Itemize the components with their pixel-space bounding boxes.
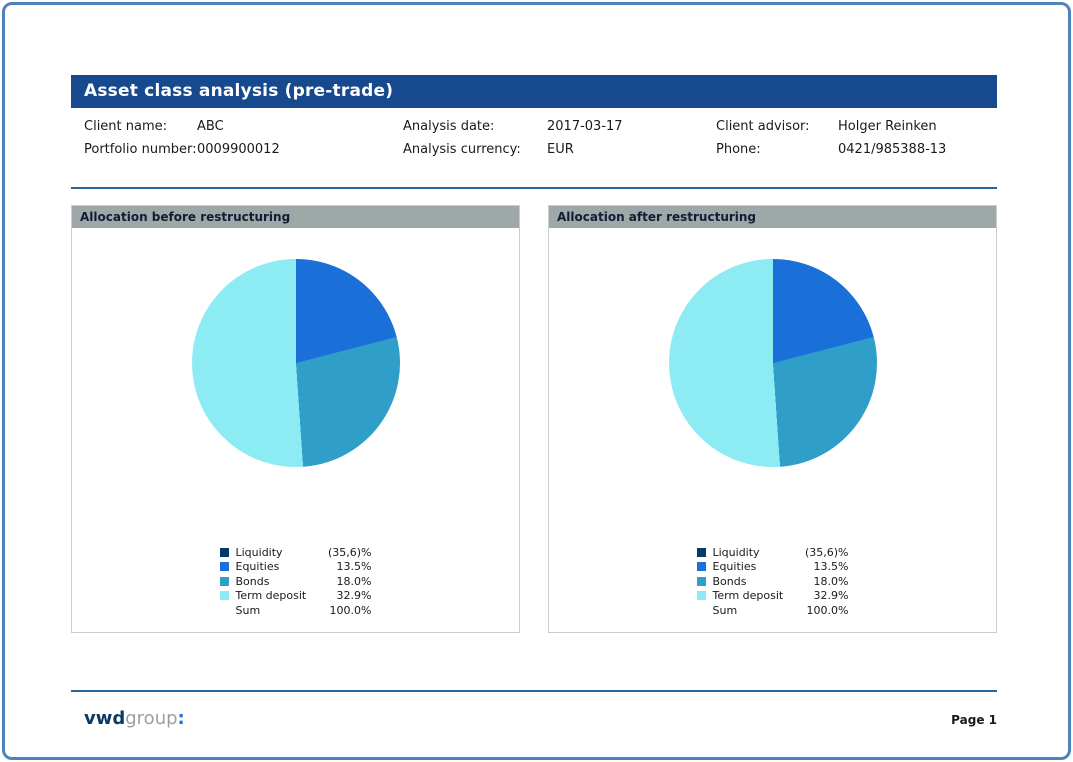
info-label: Client advisor: [716, 119, 838, 134]
info-client-advisor: Client advisor:Holger Reinken [716, 119, 937, 134]
footer-separator-line [71, 690, 997, 692]
legend-row-bonds: Bonds 18.0% [697, 574, 849, 589]
info-portfolio-number: Portfolio number:0009900012 [84, 142, 280, 157]
legend-label: Liquidity [713, 546, 795, 559]
legend-value: 18.0% [318, 575, 372, 588]
legend-after: Liquidity (35,6)% Equities 13.5% Bonds 1… [697, 545, 849, 618]
client-info-section: Client name:ABC Analysis date:2017-03-17… [71, 113, 997, 171]
info-label: Client name: [84, 119, 197, 134]
page-title: Asset class analysis (pre-trade) [84, 81, 393, 101]
info-analysis-date: Analysis date:2017-03-17 [403, 119, 623, 134]
info-value: 2017-03-17 [547, 119, 623, 134]
info-value: 0009900012 [197, 142, 280, 157]
legend-row-bonds: Bonds 18.0% [220, 574, 372, 589]
panel-title-after: Allocation after restructuring [549, 206, 996, 228]
legend-row-equities: Equities 13.5% [220, 560, 372, 575]
legend-swatch-term-deposit [697, 591, 706, 600]
info-label: Analysis currency: [403, 142, 547, 157]
info-label: Portfolio number: [84, 142, 197, 157]
legend-label: Sum [713, 604, 795, 617]
legend-label: Liquidity [236, 546, 318, 559]
pie-chart-before [192, 259, 400, 467]
legend-swatch-liquidity [697, 548, 706, 557]
legend-value: 13.5% [318, 560, 372, 573]
logo-group: group [125, 708, 177, 729]
legend-swatch-bonds [220, 577, 229, 586]
legend-label: Bonds [713, 575, 795, 588]
vwd-group-logo: vwdgroup: [84, 708, 185, 729]
legend-swatch-bonds [697, 577, 706, 586]
info-label: Phone: [716, 142, 838, 157]
legend-value: (35,6)% [795, 546, 849, 559]
info-phone: Phone:0421/985388-13 [716, 142, 946, 157]
legend-swatch-equities [697, 562, 706, 571]
legend-swatch-liquidity [220, 548, 229, 557]
legend-label: Equities [236, 560, 318, 573]
report-title-bar: Asset class analysis (pre-trade) [71, 75, 997, 108]
info-client-name: Client name:ABC [84, 119, 224, 134]
legend-row-liquidity: Liquidity (35,6)% [697, 545, 849, 560]
legend-value: 100.0% [795, 604, 849, 617]
info-label: Analysis date: [403, 119, 547, 134]
legend-value: (35,6)% [318, 546, 372, 559]
info-value: EUR [547, 142, 574, 157]
legend-swatch-term-deposit [220, 591, 229, 600]
panel-title-before: Allocation before restructuring [72, 206, 519, 228]
report-page-frame: Asset class analysis (pre-trade) Client … [2, 2, 1071, 760]
page-number: Page 1 [951, 713, 997, 727]
legend-label: Term deposit [713, 589, 795, 602]
legend-row-liquidity: Liquidity (35,6)% [220, 545, 372, 560]
info-value: 0421/985388-13 [838, 142, 946, 157]
allocation-panel-before: Allocation before restructuring Liquidit… [71, 205, 520, 633]
allocation-panel-after: Allocation after restructuring Liquidity… [548, 205, 997, 633]
legend-value: 13.5% [795, 560, 849, 573]
legend-swatch-equities [220, 562, 229, 571]
logo-colon: : [178, 708, 185, 729]
legend-row-sum: Sum 100.0% [220, 603, 372, 618]
legend-label: Bonds [236, 575, 318, 588]
info-value: Holger Reinken [838, 119, 937, 134]
info-value: ABC [197, 119, 224, 134]
footer: vwdgroup: Page 1 [71, 705, 997, 735]
pie-chart-after [669, 259, 877, 467]
legend-before: Liquidity (35,6)% Equities 13.5% Bonds 1… [220, 545, 372, 618]
panel-body-before: Liquidity (35,6)% Equities 13.5% Bonds 1… [72, 259, 519, 664]
logo-vwd: vwd [84, 708, 125, 729]
legend-row-term-deposit: Term deposit 32.9% [697, 589, 849, 604]
legend-label: Sum [236, 604, 318, 617]
legend-row-sum: Sum 100.0% [697, 603, 849, 618]
legend-value: 32.9% [318, 589, 372, 602]
info-analysis-currency: Analysis currency:EUR [403, 142, 574, 157]
allocation-panels: Allocation before restructuring Liquidit… [71, 205, 997, 633]
panel-body-after: Liquidity (35,6)% Equities 13.5% Bonds 1… [549, 259, 996, 664]
legend-value: 100.0% [318, 604, 372, 617]
legend-label: Term deposit [236, 589, 318, 602]
legend-value: 32.9% [795, 589, 849, 602]
legend-value: 18.0% [795, 575, 849, 588]
legend-row-term-deposit: Term deposit 32.9% [220, 589, 372, 604]
legend-label: Equities [713, 560, 795, 573]
legend-row-equities: Equities 13.5% [697, 560, 849, 575]
header-separator-line [71, 187, 997, 189]
